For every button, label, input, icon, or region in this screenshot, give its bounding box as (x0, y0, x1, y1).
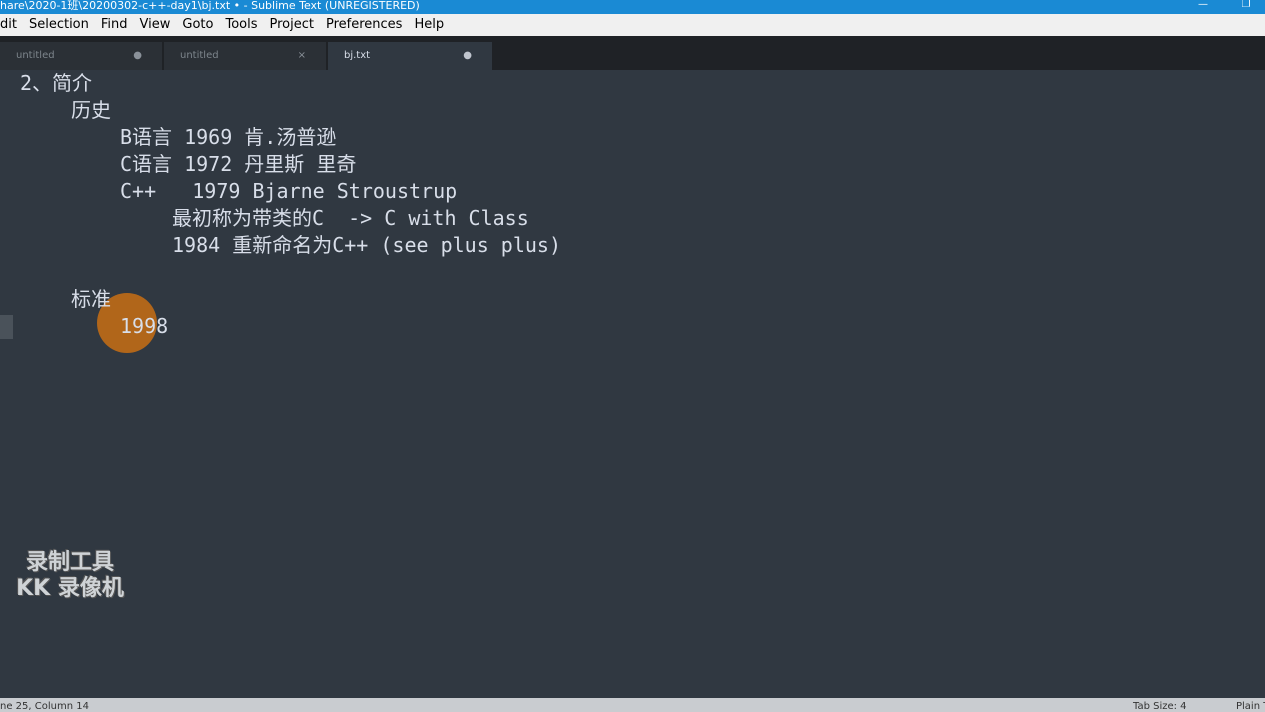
tab-bar: untitled ● untitled × bj.txt ● (0, 36, 1265, 70)
text-line: B语言 1969 肯.汤普逊 (120, 125, 337, 149)
tab-label: bj.txt (344, 50, 371, 61)
unsaved-dot-icon[interactable]: ● (463, 42, 472, 70)
menu-project[interactable]: Project (264, 14, 320, 36)
menu-tools[interactable]: Tools (219, 14, 263, 36)
menu-view[interactable]: View (134, 14, 177, 36)
text-line: 标准 (71, 287, 111, 311)
menu-goto[interactable]: Goto (176, 14, 219, 36)
title-bar: hare\2020-1班\20200302-c++-day1\bj.txt • … (0, 0, 1265, 14)
recorder-watermark: 录制工具 KK 录像机 (0, 550, 140, 602)
menu-find[interactable]: Find (95, 14, 134, 36)
minimize-icon[interactable]: — (1192, 0, 1214, 14)
text-line: 最初称为带类的C -> C with Class (172, 206, 529, 230)
tab-size-selector[interactable]: Tab Size: 4 (1133, 698, 1187, 712)
tab-bj-txt[interactable]: bj.txt ● (328, 42, 492, 70)
text-line: 1998 (120, 314, 169, 338)
window-title: hare\2020-1班\20200302-c++-day1\bj.txt • … (0, 0, 420, 12)
text-line: C语言 1972 丹里斯 里奇 (120, 152, 357, 176)
menu-bar: dit Selection Find View Goto Tools Proje… (0, 14, 1265, 36)
scroll-marker (0, 315, 13, 339)
tab-untitled-1[interactable]: untitled ● (0, 42, 162, 70)
close-icon[interactable]: × (298, 42, 306, 70)
maximize-icon[interactable]: ❐ (1235, 0, 1257, 14)
unsaved-dot-icon[interactable]: ● (133, 42, 142, 70)
syntax-selector[interactable]: Plain T (1236, 698, 1265, 712)
text-line: C++ 1979 Bjarne Stroustrup (120, 179, 458, 203)
status-bar: ne 25, Column 14 Tab Size: 4 Plain T (0, 698, 1265, 712)
tab-label: untitled (16, 50, 55, 61)
text-line: 历史 (71, 98, 111, 122)
tab-untitled-2[interactable]: untitled × (164, 42, 326, 70)
menu-preferences[interactable]: Preferences (320, 14, 408, 36)
text-line: 2、简介 (20, 71, 93, 95)
watermark-line: KK 录像机 (16, 576, 124, 601)
cursor-position: ne 25, Column 14 (0, 701, 89, 712)
menu-help[interactable]: Help (408, 14, 450, 36)
menu-selection[interactable]: Selection (23, 14, 95, 36)
text-line: 1984 重新命名为C++ (see plus plus) (172, 233, 561, 257)
menu-edit[interactable]: dit (0, 14, 23, 36)
watermark-line: 录制工具 (25, 550, 114, 575)
editor-area[interactable]: 2、简介 历史 B语言 1969 肯.汤普逊 C语言 1972 丹里斯 里奇 C… (0, 70, 1265, 698)
tab-label: untitled (180, 50, 219, 61)
